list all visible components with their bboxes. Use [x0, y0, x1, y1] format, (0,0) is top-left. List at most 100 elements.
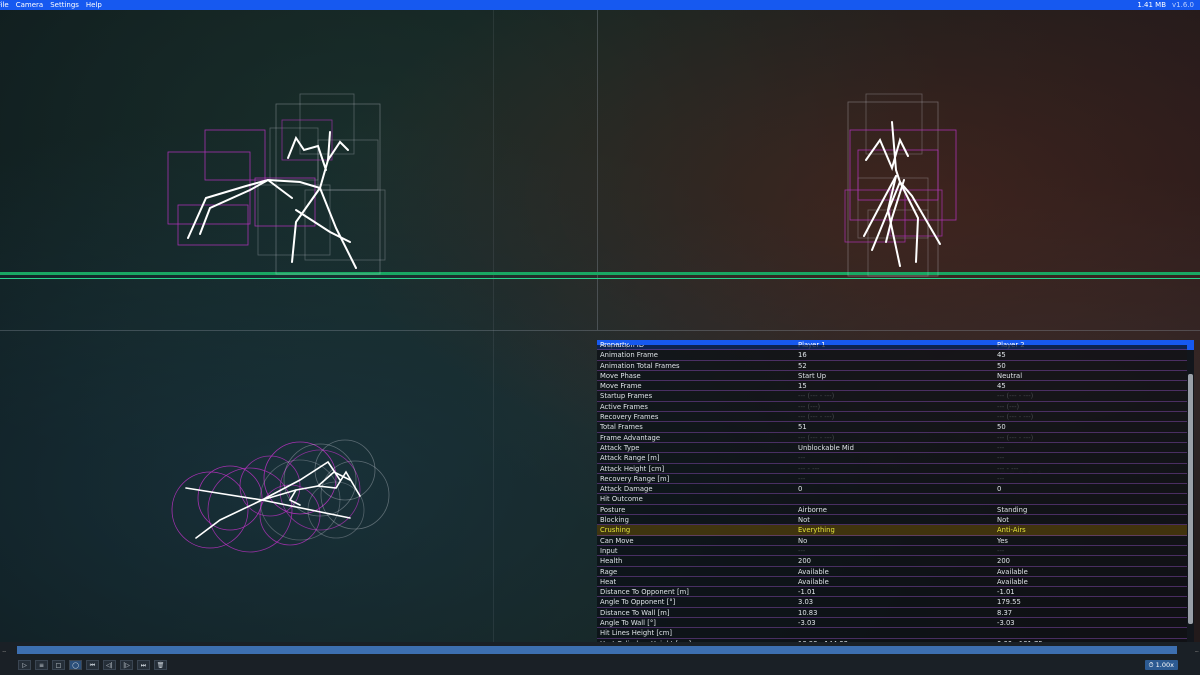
property-cell: Recovery Range [m] [600, 474, 670, 483]
player1-cell: --- (---) [798, 402, 821, 411]
table-row[interactable]: Total Frames 51 50 [597, 422, 1187, 433]
property-cell: Rage [600, 567, 618, 576]
menu-icon: ≡ [38, 662, 45, 669]
table-row[interactable]: Active Frames --- (---) --- (---) [597, 401, 1187, 413]
skip-back-icon: ⏮ [89, 662, 96, 669]
player1-cell: 3.03 [798, 598, 814, 607]
table-row[interactable]: Animation Total Frames 52 50 [597, 360, 1187, 371]
table-body[interactable]: Animation ID --- --- Animation Frame 16 45 Ani… [597, 345, 1187, 642]
player1-cell: Unblockable Mid [798, 443, 854, 452]
square-button[interactable]: □ [52, 660, 65, 670]
menu-file[interactable]: File [0, 0, 9, 10]
player1-cell: -3.03 [798, 619, 816, 628]
play-icon: ▷ [22, 662, 27, 669]
table-row[interactable]: Distance To Wall [m] 10.83 8.37 [597, 607, 1187, 619]
skip-back-button[interactable]: ⏮ [86, 660, 99, 670]
player2-cell: -3.03 [997, 619, 1015, 628]
play-button[interactable]: ▷ [18, 660, 31, 670]
player1-cell: --- [798, 474, 806, 483]
version-label: v1.6.0 [1172, 1, 1194, 9]
table-row[interactable]: Heat Available Available [597, 576, 1187, 588]
table-row[interactable]: Rage Available Available [597, 566, 1187, 577]
table-row[interactable]: Input --- --- [597, 545, 1187, 557]
player2-cell: --- - --- [997, 464, 1019, 473]
table-row[interactable]: Posture Airborne Standing [597, 504, 1187, 516]
player2-cell: 8.37 [997, 608, 1013, 617]
step-back-button[interactable]: ◁| [103, 660, 116, 670]
topdown-skeleton [185, 460, 361, 539]
property-cell: Animation ID [600, 345, 645, 349]
scrollbar-thumb[interactable] [1188, 374, 1193, 624]
stopwatch-icon: ⏱ [1148, 661, 1154, 669]
player2-cell: 50 [997, 361, 1006, 370]
trash-button[interactable]: 🗑 [154, 660, 167, 670]
player2-cell: Not [997, 516, 1009, 525]
menu-settings[interactable]: Settings [50, 0, 79, 10]
player2-cell: --- [997, 454, 1005, 463]
playback-speed-label: 1.00x [1155, 661, 1174, 669]
player1-cell: 16 [798, 351, 807, 360]
player2-skeleton [863, 121, 941, 267]
player2-cell [994, 494, 1187, 503]
table-row[interactable]: Crushing Everything Anti-Airs [597, 525, 1187, 536]
player2-cell: 179.55 [997, 598, 1021, 607]
playback-bar: ···· ···· ▷ ≡ □ ◯ ⏮ ◁| |▷ ⏭ 🗑 ⏱ 1.00x [0, 642, 1200, 675]
table-row[interactable]: Health 200 200 [597, 556, 1187, 567]
player1-cell: Start Up [798, 371, 827, 380]
menu-help[interactable]: Help [86, 0, 102, 10]
player2-cell: 45 [997, 382, 1006, 391]
player2-cell: 50 [997, 423, 1006, 432]
table-row[interactable]: Blocking Not Not [597, 515, 1187, 526]
player2-cell: --- [997, 474, 1005, 483]
property-cell: Animation Total Frames [600, 361, 680, 370]
player2-cell: 45 [997, 351, 1006, 360]
table-row[interactable]: Recovery Frames --- (--- - ---) --- (--- -… [597, 412, 1187, 423]
player1-cell: No [798, 536, 808, 545]
table-row[interactable]: Frame Advantage --- (--- - ---) --- (--- -… [597, 432, 1187, 443]
player2-cell: Available [997, 577, 1028, 586]
step-forward-button[interactable]: |▷ [120, 660, 133, 670]
player2-cell: --- (---) [997, 402, 1020, 411]
table-row[interactable]: Angle To Opponent [°] 3.03 179.55 [597, 597, 1187, 608]
timeline-start-marker: ···· [2, 649, 7, 656]
table-row[interactable]: Move Frame 15 45 [597, 381, 1187, 392]
table-scrollbar[interactable] [1187, 350, 1194, 642]
square-icon: □ [55, 662, 62, 669]
player2-cell: 0 [997, 485, 1002, 494]
table-row[interactable]: Animation Frame 16 45 [597, 350, 1187, 361]
menu-button[interactable]: ≡ [35, 660, 48, 670]
table-row[interactable]: Attack Height [cm] --- - --- --- - --- [597, 463, 1187, 474]
record-button[interactable]: ◯ [69, 660, 82, 670]
game-viewport[interactable]: ◦ ◦ ◦ ◦ ◦ [0, 10, 1200, 642]
player2-cell: Available [997, 567, 1028, 576]
table-row[interactable]: Attack Damage 0 0 [597, 484, 1187, 495]
table-row[interactable]: Recovery Range [m] --- --- [597, 473, 1187, 485]
step-back-icon: ◁| [106, 662, 113, 669]
playback-speed-button[interactable]: ⏱ 1.00x [1144, 660, 1178, 670]
table-row[interactable]: Angle To Wall [°] -3.03 -3.03 [597, 618, 1187, 629]
skip-forward-button[interactable]: ⏭ [137, 660, 150, 670]
player2-cell [994, 628, 1187, 637]
player2-cell: Standing [997, 505, 1028, 514]
table-row[interactable]: Distance To Opponent [m] -1.01 -1.01 [597, 587, 1187, 598]
property-cell: Hit Lines Height [cm] [600, 629, 672, 638]
table-row[interactable]: Attack Range [m] --- --- [597, 453, 1187, 464]
player1-cell: 10.83 [798, 608, 818, 617]
property-cell: Frame Advantage [600, 433, 661, 442]
property-cell: Active Frames [600, 402, 648, 411]
player2-cell: Yes [997, 536, 1008, 545]
property-cell: Can Move [600, 536, 634, 545]
property-cell: Attack Damage [600, 485, 653, 494]
skip-forward-icon: ⏭ [140, 662, 147, 669]
table-row[interactable]: Hit Lines Height [cm] [597, 628, 1187, 639]
menu-camera[interactable]: Camera [16, 0, 43, 10]
table-row[interactable]: Hit Outcome [597, 494, 1187, 505]
timeline-slider[interactable] [17, 646, 1177, 654]
table-row[interactable]: Move Phase Start Up Neutral [597, 370, 1187, 382]
property-cell: Distance To Opponent [m] [600, 588, 689, 597]
table-row[interactable]: Can Move No Yes [597, 535, 1187, 546]
table-row[interactable]: Attack Type Unblockable Mid --- [597, 442, 1187, 454]
property-cell: Attack Type [600, 443, 640, 452]
player2-cell: -1.01 [997, 588, 1015, 597]
table-row[interactable]: Startup Frames --- (--- - ---) --- (--- - … [597, 391, 1187, 402]
